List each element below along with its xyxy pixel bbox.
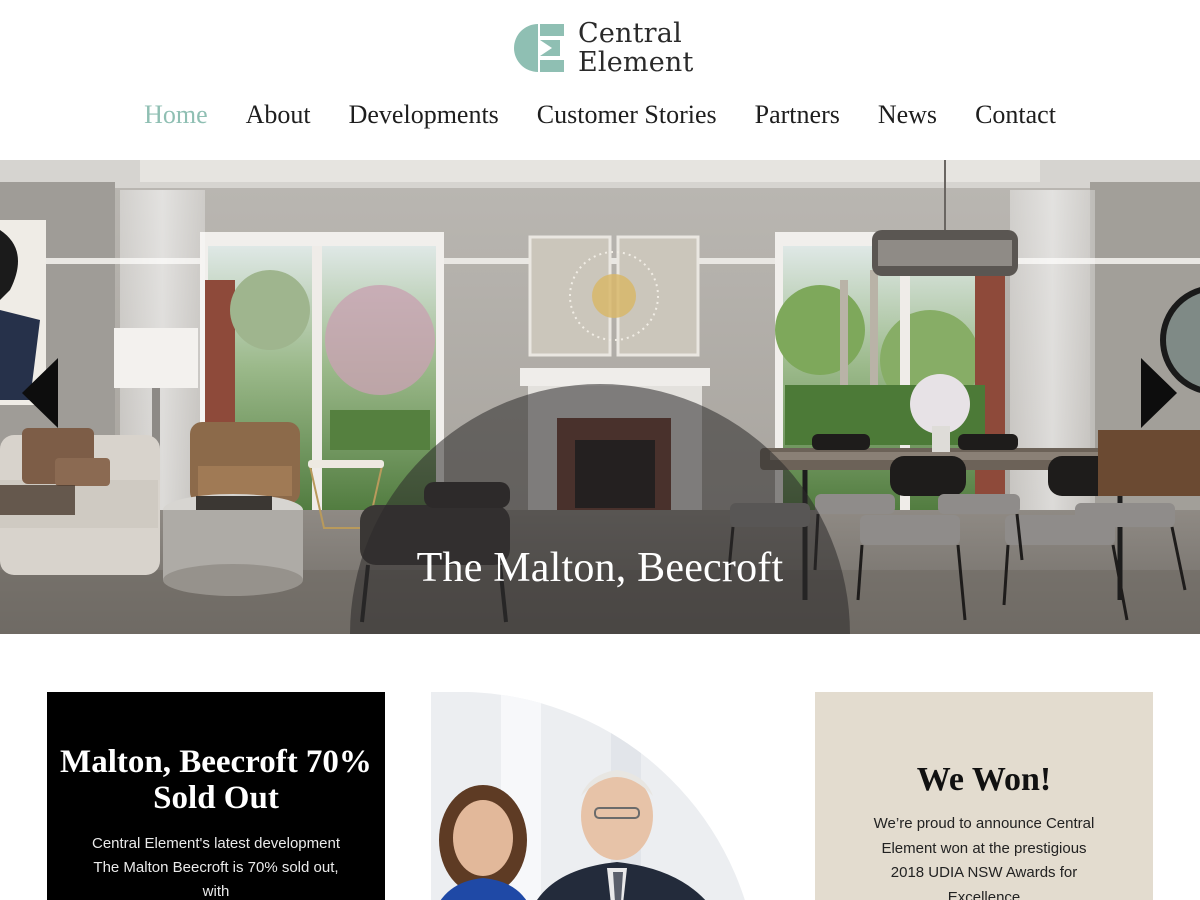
brand-logo[interactable]: Central Element [510,18,694,78]
nav-item-developments[interactable]: Developments [349,100,499,130]
news-card-award-text: We’re proud to announce Central Element … [873,815,1095,900]
main-nav: Home About Developments Customer Stories… [0,100,1200,130]
slider-prev-button[interactable] [22,358,58,428]
nav-item-home[interactable]: Home [144,100,208,130]
chevron-right-icon [1141,358,1177,428]
news-card-award-title: We Won! [916,761,1052,798]
news-card-malton-title-text: Malton, Beecroft 70% Sold Out [60,744,372,816]
nav-item-contact[interactable]: Contact [975,100,1056,130]
news-card-malton[interactable]: Malton, Beecroft 70% Sold Out Central El… [47,692,385,900]
couple-portrait-image [431,692,751,900]
hero-slider: The Malton, Beecroft [0,160,1200,634]
hero-caption: The Malton, Beecroft [416,545,784,591]
brand-logo-mark-icon [514,24,564,72]
news-card-malton-title: Malton, Beecroft 70% Sold Out [47,744,385,816]
news-card-award[interactable]: We Won! We’re proud to announce Central … [815,692,1153,900]
site-header: Central Element Home About Developments … [0,0,1200,160]
brand-name-line1: Central [578,18,682,49]
nav-item-partners[interactable]: Partners [755,100,840,130]
slider-next-button[interactable] [1141,358,1177,428]
chevron-left-icon [22,358,58,428]
brand-name-line2: Element [578,47,694,78]
nav-item-about[interactable]: About [246,100,311,130]
nav-item-customer-stories[interactable]: Customer Stories [537,100,717,130]
news-card-photo[interactable] [431,692,769,900]
brand-name: Central Element [578,19,694,77]
nav-item-news[interactable]: News [878,100,937,130]
news-card-malton-text: Central Element's latest development The… [92,835,340,900]
